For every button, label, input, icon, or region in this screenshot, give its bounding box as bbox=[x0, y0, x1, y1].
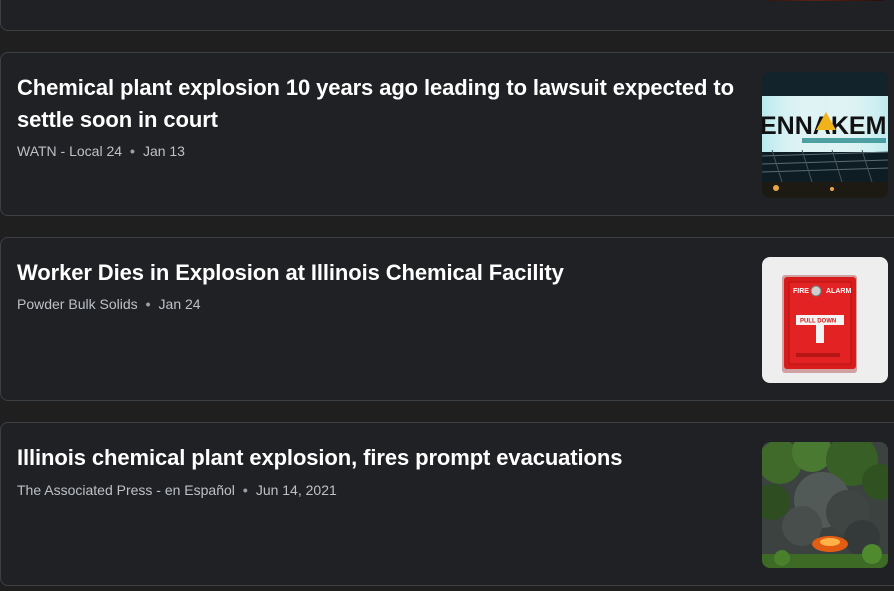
factory-sign-image: ENNAKEM bbox=[762, 72, 888, 198]
article-source[interactable]: The Associated Press - en Español bbox=[17, 482, 235, 498]
news-card[interactable]: Illinois chemical plant explosion, fires… bbox=[0, 422, 894, 586]
news-feed: Chemical plant explosion 10 years ago le… bbox=[0, 0, 894, 591]
article-meta: The Associated Press - en Español • Jun 14… bbox=[17, 480, 337, 500]
article-meta: WATN - Local 24 • Jan 13 bbox=[17, 141, 185, 161]
news-card-partial[interactable] bbox=[0, 0, 894, 31]
separator-dot: • bbox=[242, 482, 248, 498]
alarm-label-alarm: ALARM bbox=[826, 288, 851, 295]
article-headline[interactable]: Worker Dies in Explosion at Illinois Che… bbox=[17, 257, 737, 289]
alarm-label-fire: FIRE bbox=[793, 288, 809, 295]
article-source[interactable]: WATN - Local 24 bbox=[17, 143, 122, 159]
article-source[interactable]: Powder Bulk Solids bbox=[17, 296, 138, 312]
article-date: Jan 24 bbox=[158, 296, 201, 312]
article-thumbnail[interactable]: ENNAKEM bbox=[762, 72, 888, 198]
article-thumbnail[interactable]: FIRE ALARM PULL DOWN bbox=[762, 257, 888, 383]
article-date: Jun 14, 2021 bbox=[255, 482, 337, 498]
separator-dot: • bbox=[145, 296, 151, 312]
smoke-fire-image bbox=[762, 442, 888, 568]
article-headline[interactable]: Chemical plant explosion 10 years ago le… bbox=[17, 72, 737, 136]
article-thumbnail[interactable] bbox=[762, 442, 888, 568]
separator-dot: • bbox=[130, 143, 135, 159]
news-card[interactable]: Chemical plant explosion 10 years ago le… bbox=[0, 52, 894, 216]
article-headline[interactable]: Illinois chemical plant explosion, fires… bbox=[17, 442, 737, 474]
news-card[interactable]: Worker Dies in Explosion at Illinois Che… bbox=[0, 237, 894, 401]
alarm-label-pull: PULL DOWN bbox=[800, 319, 836, 325]
article-thumbnail[interactable] bbox=[763, 0, 889, 1]
fire-alarm-image: FIRE ALARM PULL DOWN bbox=[762, 257, 888, 383]
article-meta: Powder Bulk Solids • Jan 24 bbox=[17, 294, 201, 314]
article-date: Jan 13 bbox=[142, 143, 185, 159]
